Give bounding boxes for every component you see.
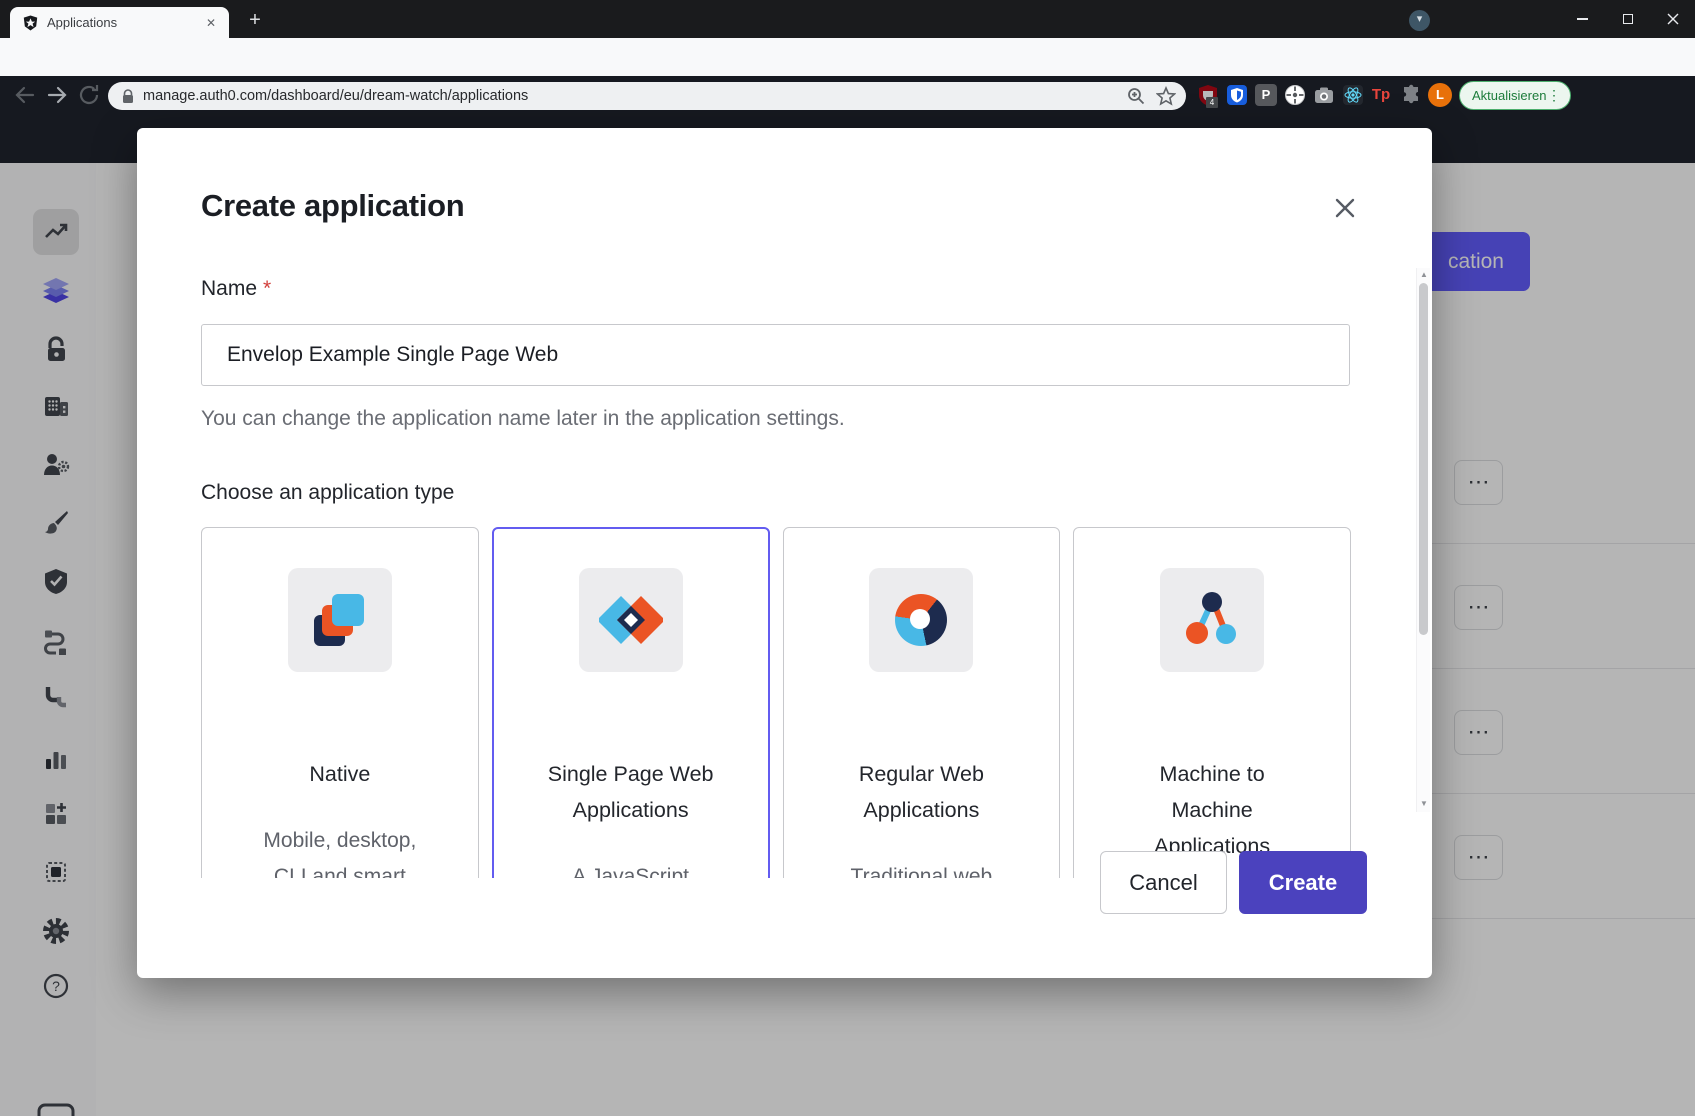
forward-icon[interactable] (45, 83, 69, 107)
modal-title: Create application (201, 188, 464, 224)
create-button[interactable]: Create (1239, 851, 1367, 914)
p-extension-icon[interactable]: P (1255, 84, 1277, 106)
browser-profile-avatar[interactable]: L (1428, 83, 1452, 107)
back-icon[interactable] (13, 83, 37, 107)
cancel-button[interactable]: Cancel (1100, 851, 1227, 914)
tp-extension-icon[interactable]: Tp (1370, 84, 1392, 106)
browser-titlebar: Applications ✕ + ▾ (0, 0, 1695, 38)
camera-extension-icon[interactable] (1313, 84, 1335, 106)
screen: dream-watch ▾ Discuss your needs Docs (0, 0, 1695, 1116)
close-icon[interactable] (1329, 192, 1361, 224)
new-tab-button[interactable]: + (243, 9, 267, 33)
required-asterisk: * (263, 277, 271, 300)
tab-close-icon[interactable]: ✕ (203, 15, 219, 31)
update-label: Aktualisieren (1472, 88, 1547, 103)
type-card-title: Machine to Machine Applications (1104, 756, 1320, 864)
application-type-cards: Native Mobile, desktop, CLI and smart Si… (201, 527, 1351, 878)
window-maximize-button[interactable] (1605, 0, 1650, 38)
type-card-spa[interactable]: Single Page Web Applications A JavaScrip… (492, 527, 770, 878)
m2m-app-icon (1160, 568, 1264, 672)
browser-menu-kebab-icon[interactable]: ⋮ (1547, 87, 1561, 104)
lock-icon (122, 89, 134, 104)
spa-app-icon (579, 568, 683, 672)
window-minimize-button[interactable] (1560, 0, 1605, 38)
browser-update-button[interactable]: Aktualisieren ⋮ (1459, 81, 1571, 110)
browser-tab[interactable]: Applications ✕ (10, 7, 229, 38)
tab-title: Applications (47, 15, 203, 30)
zoom-icon[interactable] (1126, 86, 1146, 106)
scroll-down-icon[interactable]: ▼ (1417, 799, 1431, 808)
create-application-modal: Create application Name* You can change … (137, 128, 1432, 978)
type-card-description: A JavaScript (523, 859, 739, 878)
reload-icon[interactable] (77, 83, 101, 107)
name-field-label: Name* (201, 277, 271, 301)
address-bar[interactable]: manage.auth0.com/dashboard/eu/dream-watc… (108, 82, 1186, 110)
locator-extension-icon[interactable] (1284, 84, 1306, 106)
name-helper-text: You can change the application name late… (201, 407, 845, 431)
type-card-description: Mobile, desktop, CLI and smart (232, 823, 448, 878)
regular-web-app-icon (869, 568, 973, 672)
type-card-title: Single Page Web Applications (523, 756, 739, 828)
type-card-title: Regular Web Applications (814, 756, 1030, 828)
native-app-icon (288, 568, 392, 672)
tab-favicon-auth0-icon (23, 15, 38, 31)
scroll-up-icon[interactable]: ▲ (1417, 270, 1431, 279)
type-card-regular-web[interactable]: Regular Web Applications Traditional web (783, 527, 1061, 878)
modal-scrollbar[interactable]: ▲ ▼ (1416, 268, 1430, 812)
type-card-native[interactable]: Native Mobile, desktop, CLI and smart (201, 527, 479, 878)
type-card-description: Traditional web (814, 859, 1030, 878)
extensions-puzzle-icon[interactable] (1400, 84, 1422, 106)
react-devtools-extension-icon[interactable] (1342, 84, 1364, 106)
type-card-m2m[interactable]: Machine to Machine Applications (1073, 527, 1351, 878)
modal-scrollbar-thumb[interactable] (1419, 283, 1428, 635)
url-text: manage.auth0.com/dashboard/eu/dream-watc… (143, 88, 1126, 104)
application-type-label: Choose an application type (201, 481, 454, 505)
tab-search-icon[interactable]: ▾ (1409, 10, 1430, 31)
type-card-title: Native (232, 756, 448, 792)
ublock-badge: 4 (1206, 97, 1218, 108)
bitwarden-extension-icon[interactable] (1226, 84, 1248, 106)
browser-toolbar: manage.auth0.com/dashboard/eu/dream-watc… (0, 38, 1695, 76)
bookmark-star-icon[interactable] (1156, 86, 1176, 106)
application-name-input[interactable] (201, 324, 1350, 386)
window-close-button[interactable] (1650, 0, 1695, 38)
